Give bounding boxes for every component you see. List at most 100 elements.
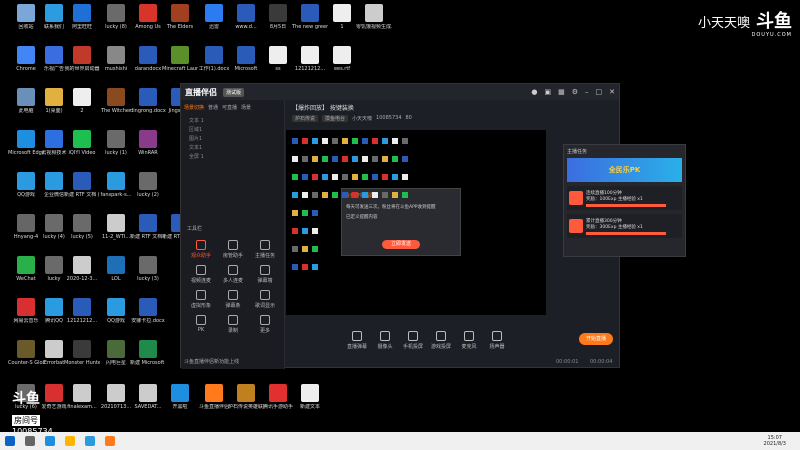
- desktop-icon[interactable]: fanspark-s...: [98, 172, 134, 212]
- desktop-icon[interactable]: 新建文本: [292, 384, 328, 424]
- tool-button[interactable]: 视频连麦: [185, 265, 217, 284]
- scene-item[interactable]: 区域1: [181, 124, 284, 133]
- desktop-icon[interactable]: 11-2_WTI...: [98, 214, 134, 254]
- search-icon[interactable]: [25, 436, 35, 446]
- gear-icon[interactable]: ⚙: [572, 88, 578, 96]
- desktop-icon[interactable]: The new green rev...: [292, 4, 328, 44]
- desktop-icon[interactable]: The Witcher: [98, 88, 134, 128]
- tool-button[interactable]: 歌词显示: [249, 290, 281, 309]
- tab-live[interactable]: 可直播: [222, 104, 237, 111]
- desktop-icon[interactable]: ees.rtf: [324, 46, 360, 86]
- desktop-icon[interactable]: Monster Hunter...: [64, 340, 100, 380]
- desktop-icon[interactable]: lucky (3): [130, 256, 166, 296]
- desktop-icon[interactable]: dingrong.docx: [130, 88, 166, 128]
- tool-button[interactable]: 房管助手: [217, 240, 249, 259]
- douyu-icon[interactable]: [105, 436, 115, 446]
- desktop-icon[interactable]: darandocx: [130, 46, 166, 86]
- desktop-icon[interactable]: 工作(1).docx: [196, 46, 232, 86]
- send-button[interactable]: 立即发送: [382, 240, 420, 249]
- desktop-icon[interactable]: 12121212...: [64, 298, 100, 338]
- camera-control[interactable]: 摄像头: [372, 331, 398, 350]
- scene-item[interactable]: 文本 1: [181, 115, 284, 124]
- desktop-icon[interactable]: 斗鱼直播伴侣: [196, 384, 232, 424]
- close-icon[interactable]: ✕: [609, 88, 615, 96]
- desktop-icon[interactable]: 新建 RTF 文档 (2).rtf: [64, 172, 100, 212]
- tab-normal[interactable]: 普通: [208, 104, 218, 111]
- speaker-control[interactable]: 扬声器: [484, 331, 510, 350]
- preview-icon: [312, 156, 318, 162]
- desktop-icon[interactable]: iQIYI Video: [64, 130, 100, 170]
- tool-button[interactable]: 更多: [249, 315, 281, 334]
- tool-button[interactable]: 弹幕条: [217, 290, 249, 309]
- desktop-icon[interactable]: lucky (8): [98, 4, 134, 44]
- tool-button[interactable]: 虚拟形象: [185, 290, 217, 309]
- scene-item[interactable]: 全屏 1: [181, 151, 284, 160]
- desktop-icon[interactable]: finalexam...: [64, 384, 100, 424]
- tool-button[interactable]: PK: [185, 315, 217, 334]
- desktop-icon[interactable]: 2: [64, 88, 100, 128]
- go-live-button[interactable]: 开始直播: [579, 333, 613, 345]
- desktop-icon[interactable]: 开黑啦: [162, 384, 198, 424]
- desktop-icon[interactable]: WinRAR: [130, 130, 166, 170]
- desktop-icon[interactable]: LOL: [98, 256, 134, 296]
- stream-preview[interactable]: 斗鱼开播提醒 每天可发送三次，粉丝将在斗鱼APP收到提醒 已定义提醒内容 立即发…: [286, 130, 546, 315]
- desktop-icon[interactable]: 腾讯手游助手: [260, 384, 296, 424]
- desktop-icon[interactable]: 迅雷: [196, 4, 232, 44]
- start-icon[interactable]: [5, 436, 15, 446]
- phone-cast-control[interactable]: 手机投屏: [400, 331, 426, 350]
- scene-item[interactable]: 文本1: [181, 142, 284, 151]
- minimize-icon[interactable]: –: [585, 88, 589, 96]
- desktop-icon[interactable]: 零饥饿视频生成.mp4: [356, 4, 392, 44]
- tool-button[interactable]: 多人连麦: [217, 265, 249, 284]
- desktop-icon[interactable]: 安娜卡拉.docx: [130, 298, 166, 338]
- scene-item[interactable]: 图片1: [181, 133, 284, 142]
- desktop-icon[interactable]: 8月5日: [260, 4, 296, 44]
- desktop-icon[interactable]: ss: [260, 46, 296, 86]
- game-cast-control[interactable]: 游戏投屏: [428, 331, 454, 350]
- pk-banner[interactable]: 全民乐PK: [567, 158, 682, 182]
- desktop-icon[interactable]: 12121212...: [292, 46, 328, 86]
- folder-icon[interactable]: [65, 436, 75, 446]
- edge-icon[interactable]: [45, 436, 55, 446]
- desktop-icon[interactable]: 我的世界启动器: [64, 46, 100, 86]
- avatar[interactable]: ●: [531, 88, 537, 96]
- desktop-icon[interactable]: 炉石传说英雄联盟: [228, 384, 264, 424]
- grid-icon[interactable]: ▦: [558, 88, 565, 96]
- notice-text[interactable]: 斗鱼直播伴侣新功能上线: [184, 358, 239, 365]
- desktop-icon[interactable]: 20210713...: [98, 384, 134, 424]
- desktop-icon[interactable]: www.d...: [228, 4, 264, 44]
- tool-button[interactable]: 录制: [217, 315, 249, 334]
- tool-button[interactable]: 弹幕墙: [249, 265, 281, 284]
- desktop-icon[interactable]: QQ游戏: [98, 298, 134, 338]
- desktop-icon[interactable]: 2020-12-3...: [64, 256, 100, 296]
- desktop-icon[interactable]: Microsoft: [228, 46, 264, 86]
- tab-scene-switch[interactable]: 场景切换: [184, 104, 204, 111]
- desktop-icon[interactable]: 闪电巨星: [98, 340, 134, 380]
- desktop-icon[interactable]: SAVEDAT...: [130, 384, 166, 424]
- file-icon: [171, 4, 189, 22]
- mic-control[interactable]: 麦克风: [456, 331, 482, 350]
- shirt-icon[interactable]: ▣: [544, 88, 551, 96]
- maximize-icon[interactable]: □: [596, 88, 603, 96]
- preview-icon: [292, 156, 298, 162]
- desktop-icon[interactable]: The Elders: [162, 4, 198, 44]
- tool-button[interactable]: 主播任务: [249, 240, 281, 259]
- danmaku-control[interactable]: 直播弹幕: [344, 331, 370, 350]
- desktop-icon[interactable]: 新建 RTF 文档 (3).rtf: [130, 214, 166, 254]
- desktop-icon[interactable]: mushishi: [98, 46, 134, 86]
- preview-icon: [312, 192, 318, 198]
- desktop-icon[interactable]: lucky (5): [64, 214, 100, 254]
- desktop-icon[interactable]: 1: [324, 4, 360, 44]
- desktop-icon-label: QQ游戏: [107, 318, 125, 324]
- qq-icon[interactable]: [85, 436, 95, 446]
- tab-scene[interactable]: 场景: [241, 104, 251, 111]
- room-title[interactable]: 【爆炸回放】 按键装换: [292, 103, 615, 112]
- desktop-icon[interactable]: Minecraft Launcher: [162, 46, 198, 86]
- desktop-icon[interactable]: lucky (1): [98, 130, 134, 170]
- desktop-icon[interactable]: lucky (2): [130, 172, 166, 212]
- desktop-icon[interactable]: 阿里旺旺: [64, 4, 100, 44]
- desktop-icon[interactable]: 新建 Microsoft Excel: [130, 340, 166, 380]
- preview-icon: [322, 156, 328, 162]
- desktop-icon[interactable]: Among Us: [130, 4, 166, 44]
- tool-button[interactable]: 观众助手: [185, 240, 217, 259]
